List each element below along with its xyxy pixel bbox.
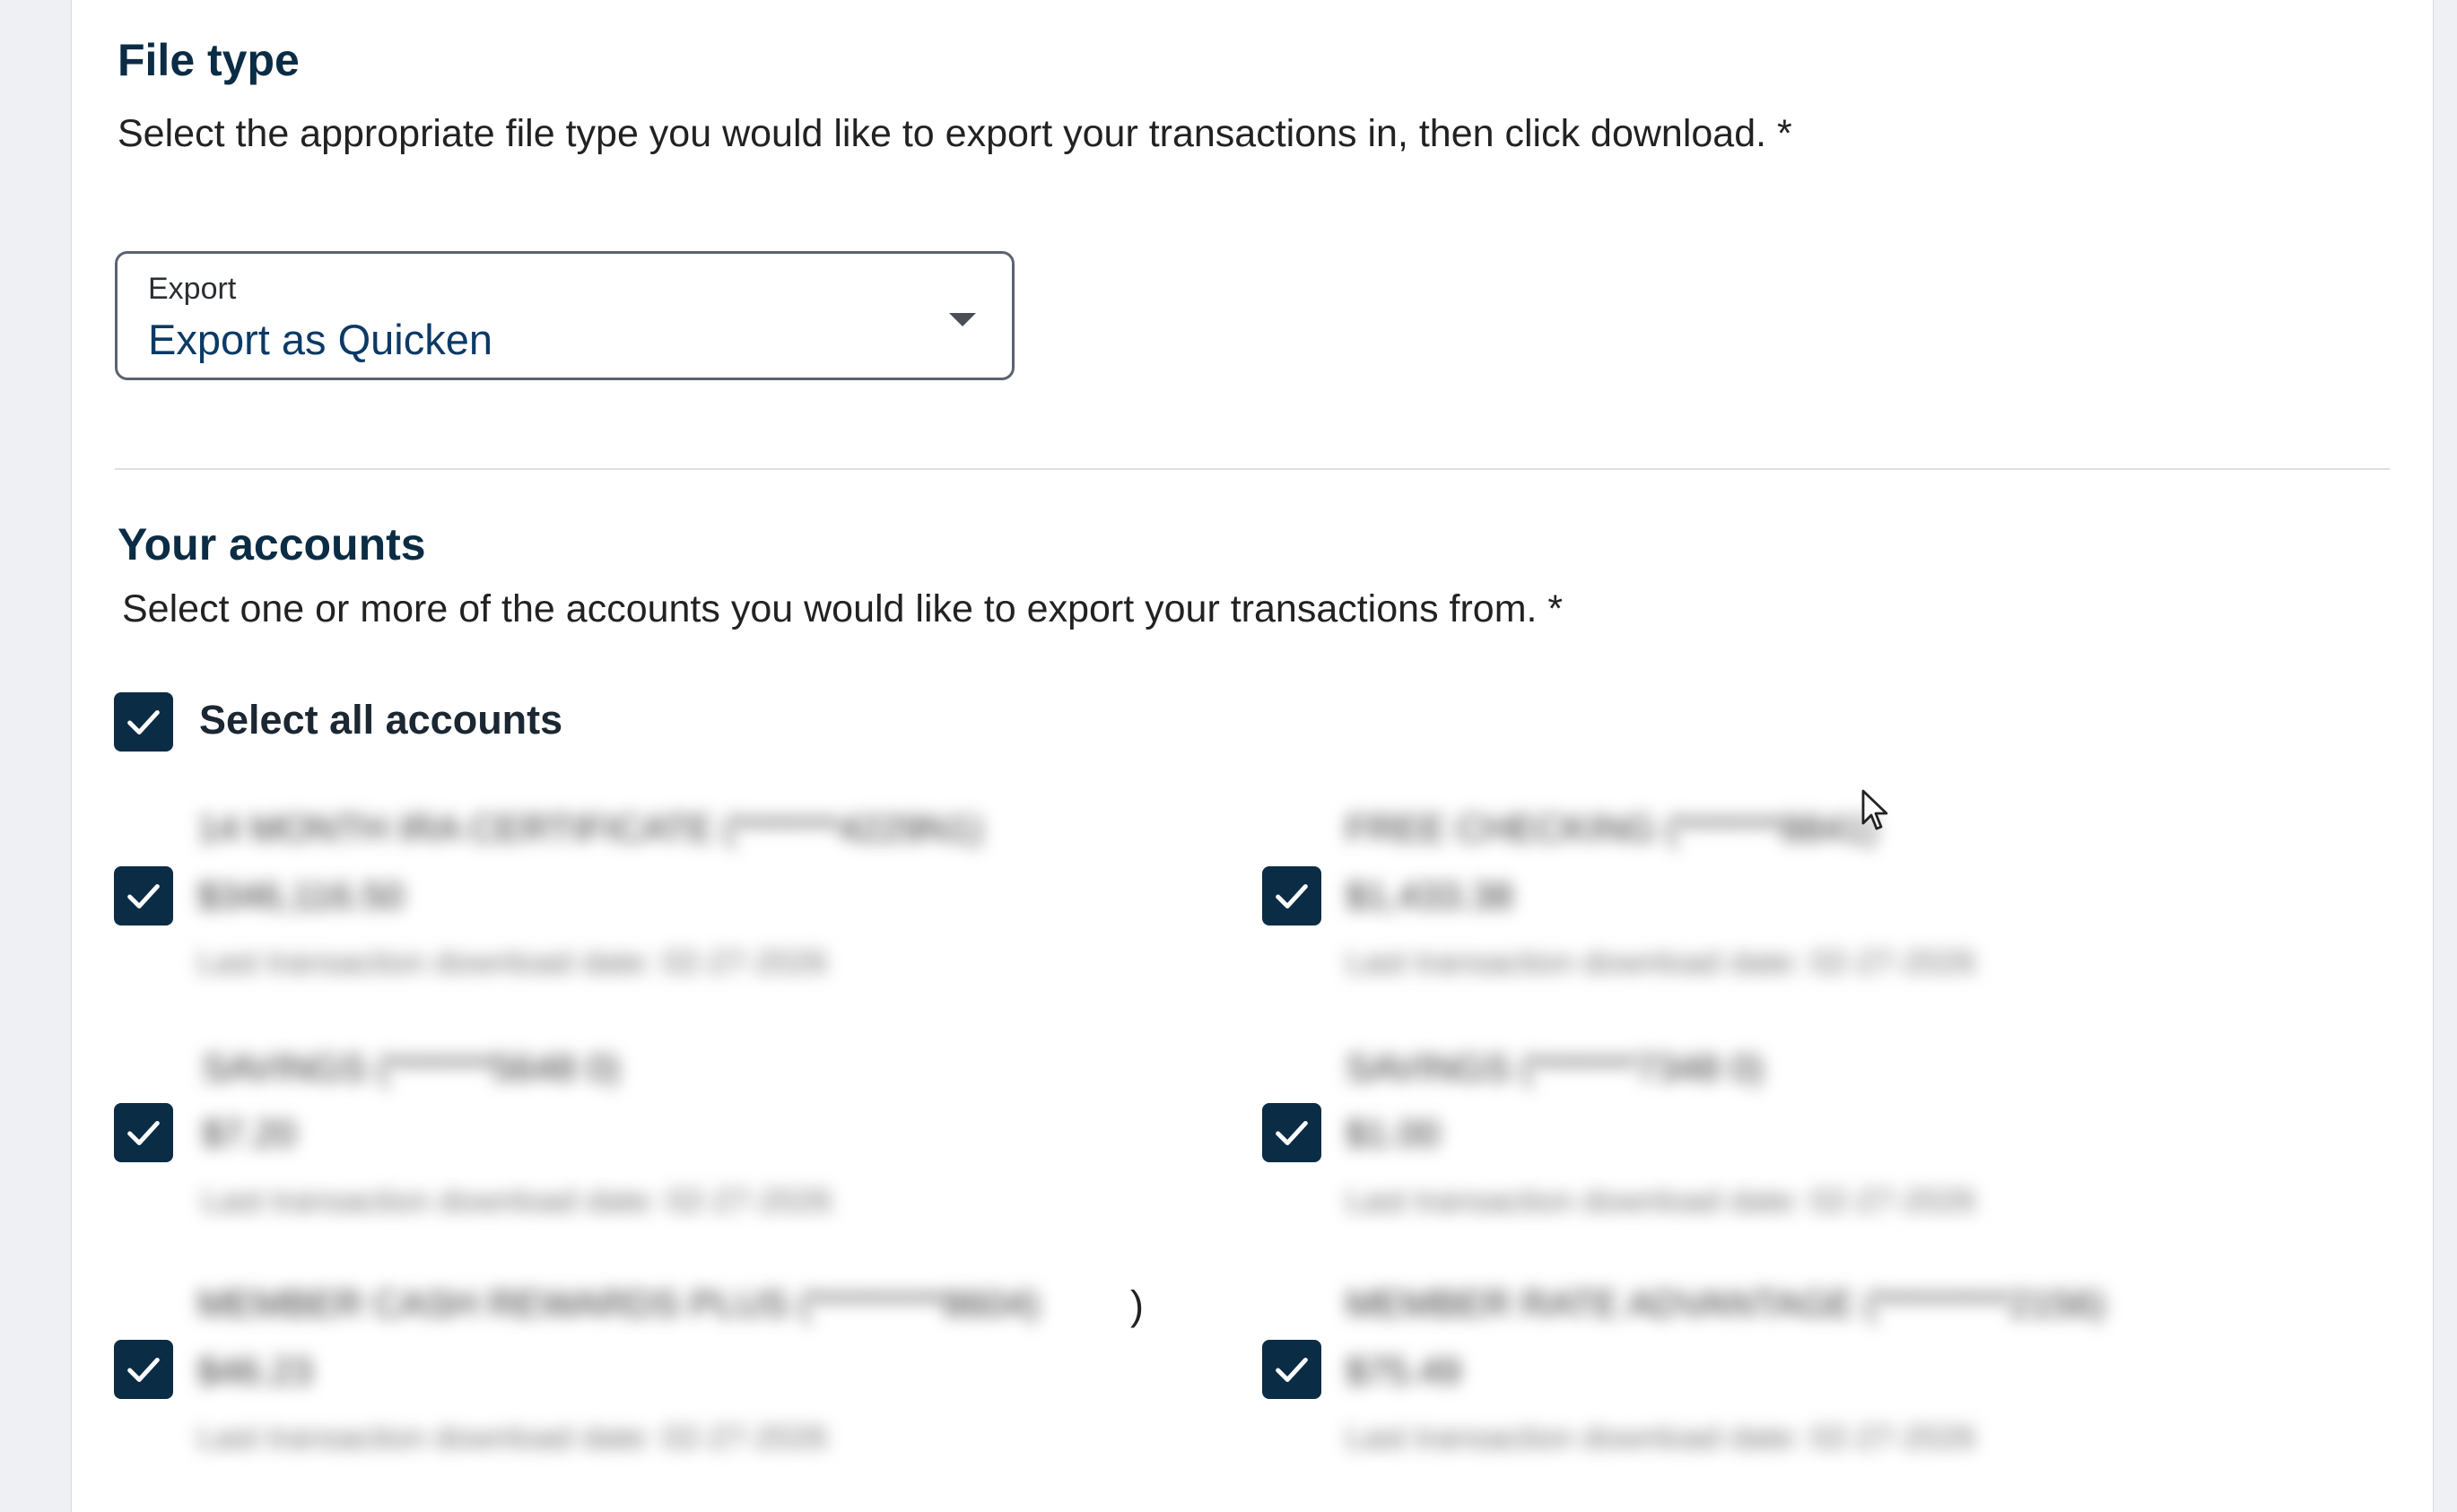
account-name: MEMBER CASH REWARDS PLUS (*********8604) (197, 1282, 1041, 1325)
account-last-download: Last transaction download date: 02-27-20… (197, 1419, 828, 1456)
account-last-download: Last transaction download date: 02-27-20… (197, 943, 828, 980)
account-checkbox[interactable] (114, 1103, 173, 1162)
accounts-heading: Your accounts (118, 519, 426, 569)
account-name: MEMBER RATE ADVANTAGE (*********2156) (1346, 1282, 2106, 1325)
account-balance: $346,116.50 (197, 874, 405, 917)
account-last-download: Last transaction download date: 02-27-20… (1346, 1182, 1976, 1219)
export-select-label: Export (148, 272, 237, 306)
export-select-value: Export as Quicken (148, 316, 493, 363)
account-name: 14 MONTH IRA CERTIFICATE (*******4229N1) (197, 807, 984, 849)
caret-down-icon[interactable] (949, 313, 976, 326)
account-last-download: Last transaction download date: 02-27-20… (202, 1182, 832, 1219)
account-balance: $7.20 (202, 1112, 297, 1154)
checkmark-icon (1276, 1120, 1308, 1145)
account-name: SAVINGS (*******5648 0) (202, 1047, 621, 1089)
select-all-checkbox[interactable] (114, 692, 173, 752)
checkmark-icon (127, 1357, 160, 1382)
account-balance: $75.49 (1346, 1350, 1461, 1392)
account-balance: $1,433.38 (1346, 874, 1513, 917)
account-balance: $1.00 (1346, 1112, 1441, 1154)
account-name: FREE CHECKING (*******8841) (1346, 807, 1878, 849)
account-checkbox[interactable] (1262, 866, 1321, 925)
section-divider (115, 468, 2390, 470)
mouse-pointer-icon (1861, 789, 1888, 830)
account-last-download: Last transaction download date: 02-27-20… (1346, 943, 1976, 980)
account-name-suffix: ) (1130, 1282, 1144, 1328)
export-card: File type Select the appropriate file ty… (71, 0, 2434, 1512)
checkmark-icon (1276, 883, 1308, 908)
account-checkbox[interactable] (1262, 1103, 1321, 1162)
file-type-description: Select the appropriate file type you wou… (118, 112, 1792, 155)
checkmark-icon (127, 883, 160, 908)
account-checkbox[interactable] (114, 1340, 173, 1399)
account-checkbox[interactable] (1262, 1340, 1321, 1399)
export-select[interactable]: Export Export as Quicken (115, 251, 1015, 380)
accounts-description: Select one or more of the accounts you w… (122, 587, 1564, 630)
account-checkbox[interactable] (114, 866, 173, 925)
checkmark-icon (127, 709, 160, 734)
checkmark-icon (1276, 1357, 1308, 1382)
checkmark-icon (127, 1120, 160, 1145)
file-type-heading: File type (118, 35, 300, 85)
account-balance: $46.23 (197, 1350, 313, 1392)
select-all-label[interactable]: Select all accounts (199, 697, 562, 743)
account-last-download: Last transaction download date: 02-27-20… (1346, 1419, 1976, 1456)
account-name: SAVINGS (*******7348 0) (1346, 1047, 1764, 1089)
